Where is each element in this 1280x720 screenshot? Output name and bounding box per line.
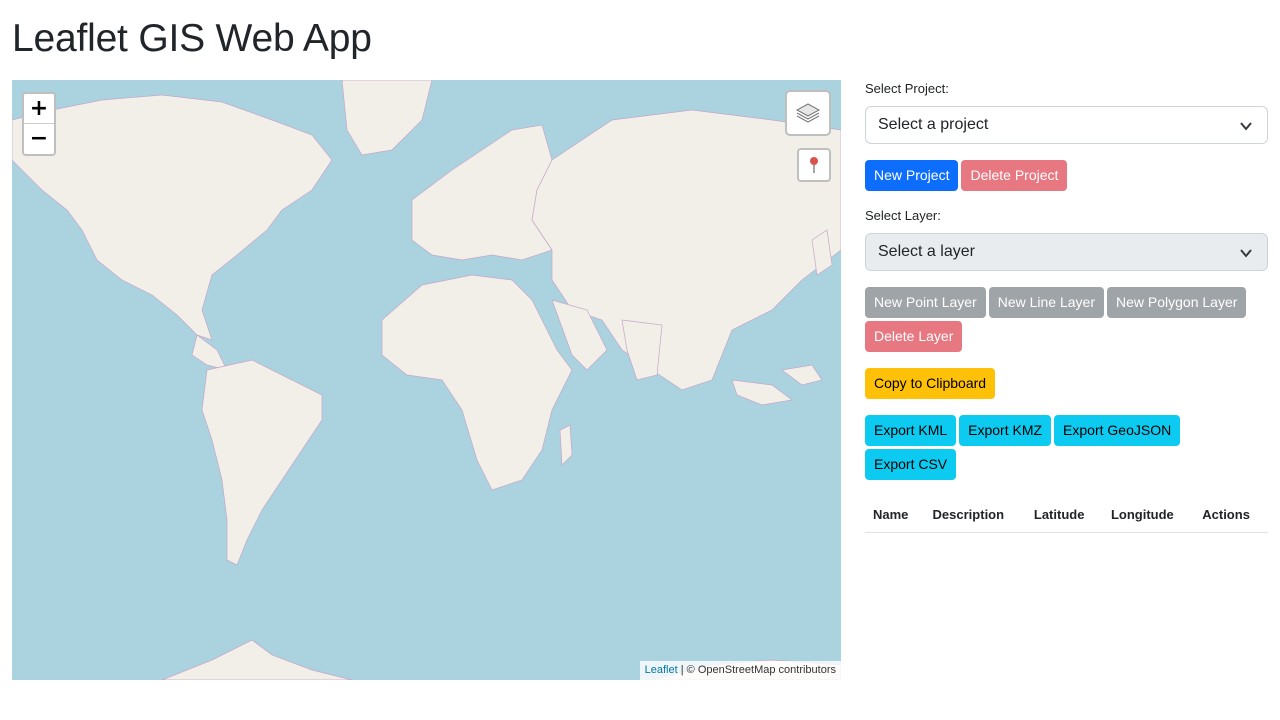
new-point-layer-button[interactable]: New Point Layer [865, 287, 986, 318]
column-header-latitude: Latitude [1025, 498, 1103, 533]
column-header-longitude: Longitude [1102, 498, 1195, 533]
page-title: Leaflet GIS Web App [12, 17, 372, 60]
copy-to-clipboard-button[interactable]: Copy to Clipboard [865, 368, 996, 399]
layer-select-label: Select Layer: [865, 208, 941, 223]
export-kmz-button[interactable]: Export KMZ [959, 415, 1052, 446]
world-map-tiles[interactable] [12, 80, 841, 680]
export-csv-button[interactable]: Export CSV [865, 449, 957, 480]
new-project-button[interactable]: New Project [865, 160, 959, 191]
leaflet-link[interactable]: Leaflet [645, 664, 678, 676]
layer-select[interactable]: Select a layer [865, 233, 1268, 271]
chevron-down-icon [1240, 249, 1252, 258]
export-kml-button[interactable]: Export KML [865, 415, 957, 446]
features-table: Name Description Latitude Longitude Acti… [865, 498, 1268, 533]
project-select-label: Select Project: [865, 81, 949, 96]
delete-project-button[interactable]: Delete Project [961, 160, 1068, 191]
column-header-description: Description [924, 498, 1026, 533]
zoom-control: + − [22, 92, 56, 156]
map-pin-icon [810, 157, 818, 173]
layers-icon [795, 103, 821, 123]
new-line-layer-button[interactable]: New Line Layer [988, 287, 1104, 318]
layer-buttons: New Point Layer New Line Layer New Polyg… [865, 287, 1268, 352]
attribution-text: © OpenStreetMap contributors [686, 663, 836, 676]
project-select[interactable]: Select a project [865, 106, 1268, 144]
column-header-name: Name [865, 498, 925, 533]
zoom-in-button[interactable]: + [24, 94, 54, 124]
export-geojson-button[interactable]: Export GeoJSON [1054, 415, 1181, 446]
project-select-value: Select a project [878, 116, 989, 133]
clipboard-row: Copy to Clipboard [865, 368, 1268, 399]
column-header-actions: Actions [1194, 498, 1268, 533]
delete-layer-button[interactable]: Delete Layer [865, 321, 963, 352]
map[interactable]: + − Leaflet | © OpenStreetMap contributo… [12, 80, 841, 680]
control-panel: Select Project: Select a project New Pro… [865, 80, 1268, 533]
table-header-row: Name Description Latitude Longitude Acti… [865, 498, 1268, 533]
chevron-down-icon [1240, 122, 1252, 131]
attribution-separator: | [677, 663, 687, 676]
project-buttons: New Project Delete Project [865, 160, 1268, 191]
layer-select-value: Select a layer [878, 243, 975, 260]
draw-marker-button[interactable] [797, 148, 831, 182]
map-attribution: Leaflet | © OpenStreetMap contributors [639, 660, 841, 680]
zoom-out-button[interactable]: − [24, 124, 54, 154]
new-polygon-layer-button[interactable]: New Polygon Layer [1107, 287, 1247, 318]
layers-control[interactable] [785, 90, 831, 136]
export-buttons: Export KML Export KMZ Export GeoJSON Exp… [865, 415, 1268, 480]
